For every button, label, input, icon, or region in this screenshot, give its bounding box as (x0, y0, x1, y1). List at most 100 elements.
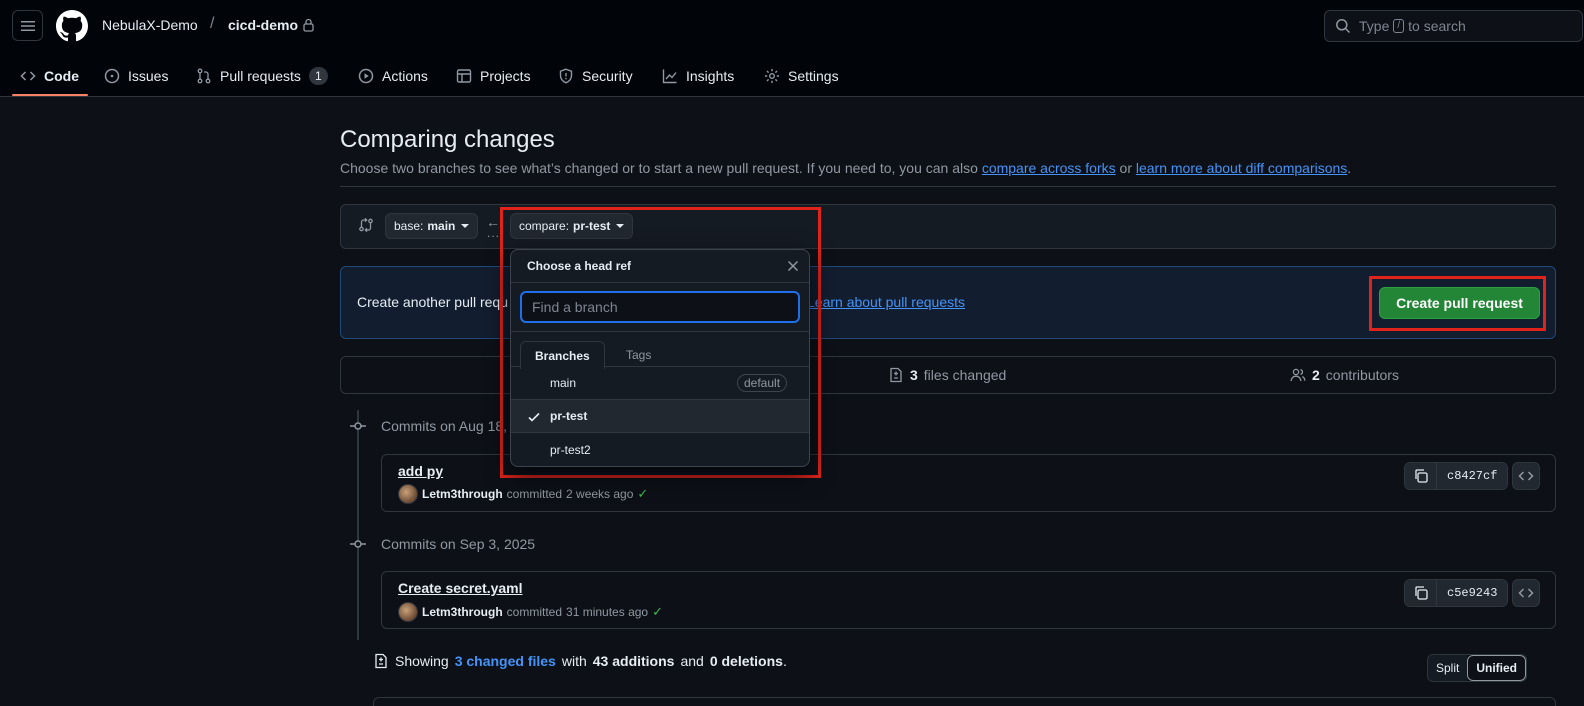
base-prefix: base: (394, 219, 424, 233)
check-icon[interactable]: ✓ (652, 604, 663, 620)
summary-with: with (561, 653, 587, 669)
close-icon (787, 260, 799, 272)
file-diff-icon (375, 653, 387, 669)
tab-actions[interactable]: Actions (358, 56, 428, 96)
browse-repo-button[interactable] (1512, 579, 1540, 607)
files-changed-stat[interactable]: 3 files changed (888, 367, 1006, 383)
base-branch-button[interactable]: base: main (385, 213, 479, 239)
learn-about-pull-requests-link[interactable]: Learn about pull requests (807, 294, 965, 310)
commit-author[interactable]: Letm3through (422, 605, 503, 619)
menu-button[interactable] (12, 10, 43, 41)
tab-code-label: Code (44, 68, 79, 84)
branch-item-main[interactable]: main default (511, 367, 809, 400)
commit-author[interactable]: Letm3through (422, 487, 503, 501)
tab-issues[interactable]: Issues (104, 56, 168, 96)
menu-tabs: Branches Tags (511, 331, 809, 369)
files-changed-count: 3 (910, 367, 918, 383)
tab-tags[interactable]: Tags (612, 341, 665, 369)
summary-and: and (680, 653, 704, 669)
changed-files-link[interactable]: 3 changed files (455, 653, 556, 669)
contributors-count: 2 (1312, 367, 1320, 383)
search-icon (1336, 19, 1351, 34)
code-icon (1518, 471, 1534, 481)
caret-down-icon (461, 224, 470, 228)
commit-action: committed (506, 487, 563, 501)
search-prefix: Type (1359, 18, 1390, 34)
tab-projects[interactable]: Projects (456, 56, 531, 96)
branch-select-menu: Choose a head ref Branches Tags main def… (510, 249, 810, 467)
branch-item-label: main (550, 376, 577, 390)
range-dots: ... (487, 226, 501, 240)
files-changed-label: files changed (923, 367, 1007, 383)
file-diff-icon (890, 367, 902, 383)
branch-item-pr-test[interactable]: pr-test (511, 400, 809, 433)
unified-view-button[interactable]: Unified (1467, 655, 1527, 681)
github-logo[interactable] (56, 10, 88, 42)
tab-security[interactable]: Security (558, 56, 633, 96)
issue-icon (104, 68, 120, 84)
tab-insights-label: Insights (686, 68, 735, 84)
commit-sha-group: c5e9243 (1404, 579, 1509, 607)
play-icon (358, 68, 374, 84)
tab-code[interactable]: Code (20, 56, 79, 96)
branch-item-label: pr-test2 (550, 442, 591, 457)
diff-summary: Showing 3 changed files with 43 addition… (373, 653, 787, 669)
diff-comparisons-link[interactable]: learn more about diff comparisons (1136, 160, 1347, 176)
tab-issues-label: Issues (128, 68, 169, 84)
commit-title-link[interactable]: Create secret.yaml (398, 580, 523, 596)
commit-node-icon (350, 536, 366, 552)
github-mark-icon (56, 10, 88, 42)
commit-sha-link[interactable]: c5e9243 (1437, 580, 1508, 606)
tab-pull-requests[interactable]: Pull requests 1 (196, 56, 328, 96)
tab-security-label: Security (582, 68, 633, 84)
browse-repo-button[interactable] (1512, 462, 1540, 490)
tab-pull-requests-label: Pull requests (220, 68, 301, 84)
commit-time: 2 weeks ago (566, 487, 634, 501)
commit-group-heading: Commits on Aug 18, (381, 418, 508, 434)
summary-deletions: 0 deletions (709, 653, 783, 669)
gear-icon (765, 69, 779, 83)
people-icon (1290, 368, 1306, 382)
close-menu-button[interactable] (787, 260, 799, 272)
avatar[interactable] (398, 602, 418, 622)
branch-item-pr-test2[interactable]: pr-test2 (511, 433, 809, 466)
tab-settings-label: Settings (788, 68, 839, 84)
code-icon (20, 71, 36, 81)
search-suffix: to search (1408, 18, 1466, 34)
copy-sha-button[interactable] (1405, 580, 1437, 606)
check-icon (528, 412, 540, 422)
tab-projects-label: Projects (480, 68, 531, 84)
base-branch-name: main (427, 219, 456, 233)
split-view-button[interactable]: Split (1428, 655, 1468, 681)
tab-settings[interactable]: Settings (764, 56, 839, 96)
lock-icon (302, 18, 315, 32)
tab-insights[interactable]: Insights (662, 56, 734, 96)
copy-icon (1414, 469, 1428, 483)
commit-title-link[interactable]: add py (398, 463, 443, 479)
menu-title: Choose a head ref (527, 259, 632, 273)
commit-sha-link[interactable]: c8427cf (1437, 463, 1508, 489)
commit-node-icon (350, 418, 366, 434)
create-pull-request-button[interactable]: Create pull request (1379, 287, 1540, 319)
copy-sha-button[interactable] (1405, 463, 1437, 489)
search-input[interactable]: Type / to search (1324, 10, 1583, 42)
summary-showing: Showing (395, 653, 449, 669)
avatar[interactable] (398, 484, 418, 504)
summary-period: . (782, 653, 787, 669)
file-diff-card (373, 697, 1556, 706)
breadcrumb-owner[interactable]: NebulaX-Demo (102, 17, 198, 33)
active-tab-indicator (12, 94, 88, 96)
tab-branches[interactable]: Branches (520, 341, 605, 369)
find-branch-input[interactable] (520, 291, 800, 323)
graph-icon (662, 69, 677, 84)
code-icon (1518, 588, 1534, 598)
compare-across-forks-link[interactable]: compare across forks (982, 160, 1116, 176)
check-icon[interactable]: ✓ (637, 486, 648, 502)
contributors-stat[interactable]: 2 contributors (1290, 367, 1399, 383)
hamburger-icon (20, 20, 35, 31)
commit-meta: Letm3through committed 31 minutes ago ✓ (398, 602, 663, 622)
search-shortcut-key: / (1393, 19, 1405, 33)
commit-group-heading: Commits on Sep 3, 2025 (381, 536, 536, 552)
breadcrumb-repo[interactable]: cicd-demo (228, 17, 298, 33)
commit-meta: Letm3through committed 2 weeks ago ✓ (398, 484, 648, 504)
